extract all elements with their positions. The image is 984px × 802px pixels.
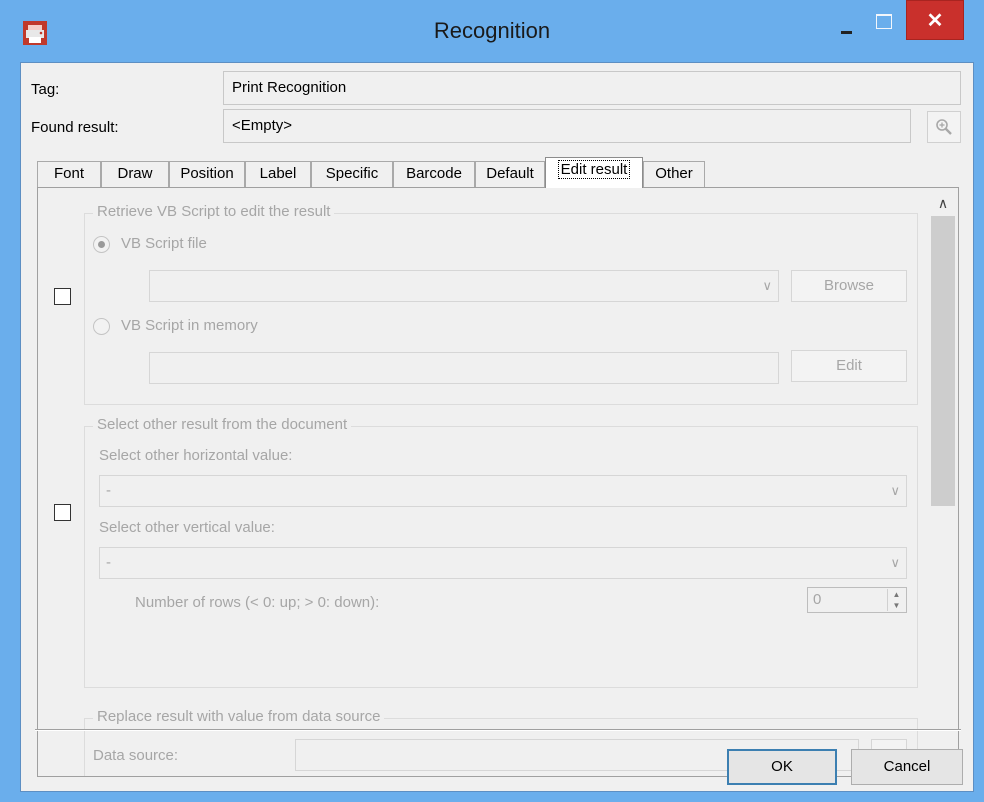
tag-field[interactable]: Print Recognition	[223, 71, 961, 105]
vb-script-file-label: VB Script file	[121, 235, 207, 252]
cancel-button[interactable]: Cancel	[851, 749, 963, 785]
zoom-in-icon	[936, 119, 952, 135]
chevron-up-icon[interactable]: ∧	[928, 190, 958, 216]
minimize-button[interactable]	[832, 4, 862, 38]
tab-edit-result[interactable]: Edit result	[545, 157, 643, 188]
edit-button[interactable]: Edit	[791, 350, 907, 382]
horizontal-value-label: Select other horizontal value:	[99, 447, 293, 464]
vertical-value-text: -	[106, 554, 111, 571]
panel-scrollbar[interactable]: ∧ ∨	[928, 188, 958, 776]
replace-result-group-legend: Replace result with value from data sour…	[93, 708, 385, 725]
tab-edit-result-label: Edit result	[557, 160, 631, 179]
title-bar[interactable]: Recognition ✕	[0, 0, 984, 62]
tab-barcode[interactable]: Barcode	[393, 161, 475, 187]
vb-script-file-combo[interactable]: ∨	[149, 270, 779, 302]
vb-script-memory-label: VB Script in memory	[121, 317, 258, 334]
select-other-group: Select other result from the document Se…	[84, 416, 918, 688]
vertical-value-combo[interactable]: - ∨	[99, 547, 907, 579]
chevron-down-icon: ∨	[890, 555, 900, 570]
chevron-down-icon: ∨	[890, 483, 900, 498]
data-source-label: Data source:	[93, 747, 179, 764]
close-button[interactable]: ✕	[906, 0, 964, 40]
vb-script-memory-radio[interactable]	[93, 318, 110, 335]
horizontal-value-text: -	[106, 482, 111, 499]
vb-script-checkbox[interactable]	[54, 288, 71, 305]
number-of-rows-spinner[interactable]: 0 ▲ ▼	[807, 587, 907, 613]
dialog-window: Recognition ✕ Tag: Print Recognition Fou…	[0, 0, 984, 802]
vb-script-memory-field[interactable]	[149, 352, 779, 384]
select-other-checkbox[interactable]	[54, 504, 71, 521]
dialog-body: Tag: Print Recognition Found result: <Em…	[20, 62, 974, 792]
found-result-field[interactable]: <Empty>	[223, 109, 911, 143]
zoom-button[interactable]	[927, 111, 961, 143]
tab-specific[interactable]: Specific	[311, 161, 393, 187]
tab-other[interactable]: Other	[643, 161, 705, 187]
chevron-down-icon: ∨	[762, 278, 772, 293]
number-of-rows-label: Number of rows (< 0: up; > 0: down):	[135, 594, 380, 611]
number-of-rows-value: 0	[813, 591, 822, 608]
tab-font[interactable]: Font	[37, 161, 101, 187]
tab-draw[interactable]: Draw	[101, 161, 169, 187]
tab-label[interactable]: Label	[245, 161, 311, 187]
found-result-label: Found result:	[31, 119, 119, 136]
horizontal-value-combo[interactable]: - ∨	[99, 475, 907, 507]
footer-separator	[35, 729, 961, 731]
vb-script-file-radio[interactable]	[93, 236, 110, 253]
tag-label: Tag:	[31, 81, 60, 98]
maximize-button[interactable]	[868, 8, 898, 38]
browse-button[interactable]: Browse	[791, 270, 907, 302]
edit-result-panel: Retrieve VB Script to edit the result VB…	[37, 187, 959, 777]
ok-button[interactable]: OK	[727, 749, 837, 785]
tab-position[interactable]: Position	[169, 161, 245, 187]
vb-script-group: Retrieve VB Script to edit the result VB…	[84, 203, 918, 405]
select-other-group-legend: Select other result from the document	[93, 416, 352, 433]
spinner-arrows[interactable]: ▲ ▼	[887, 589, 905, 611]
vb-script-group-legend: Retrieve VB Script to edit the result	[93, 203, 335, 220]
tab-default[interactable]: Default	[475, 161, 545, 187]
scrollbar-thumb[interactable]	[931, 216, 955, 506]
vertical-value-label: Select other vertical value:	[99, 519, 275, 536]
